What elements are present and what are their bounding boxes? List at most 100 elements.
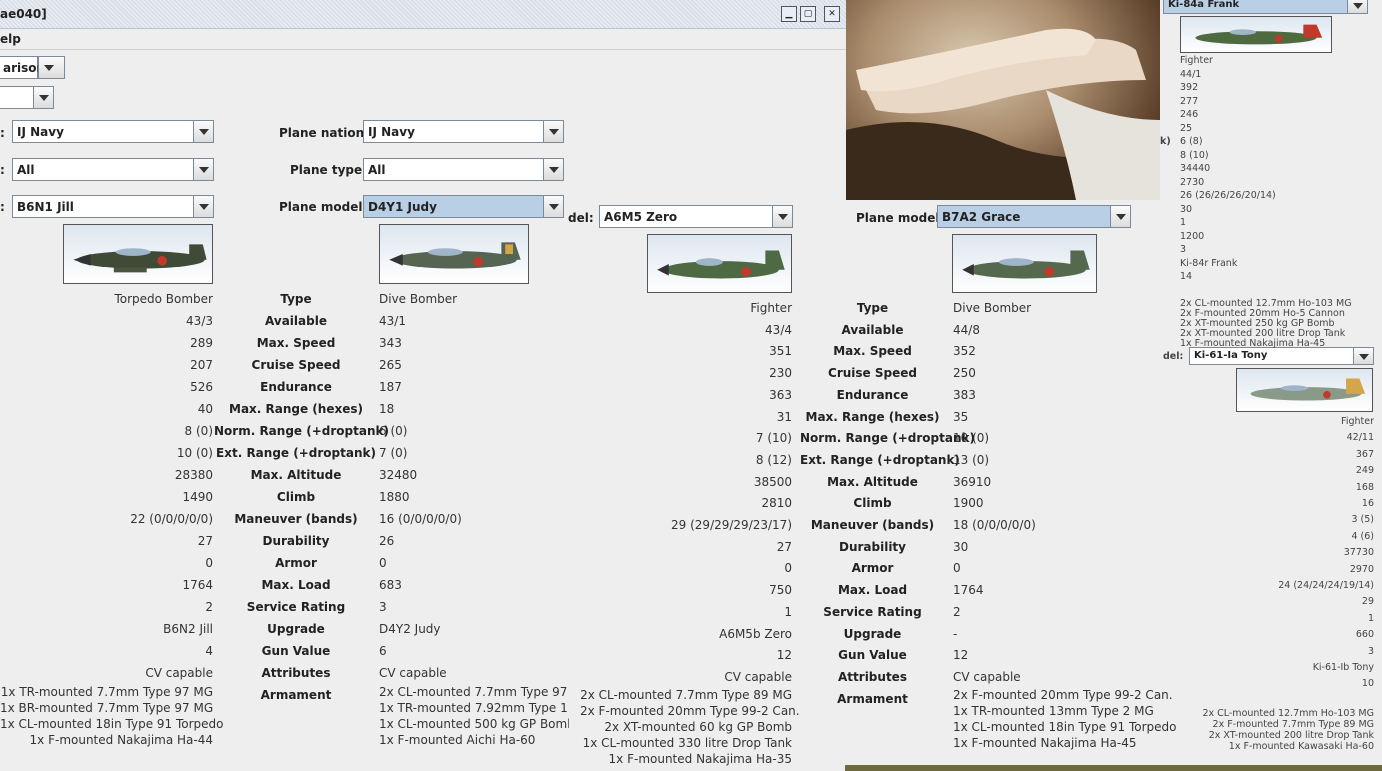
a6m5-stat-value: 0 [784,561,792,576]
b7a2-stat-value: 0 [953,561,961,576]
a6m5-stat-value: 1 [784,604,792,619]
a6m5-stat-value: CV capable [724,669,792,684]
a6m5-stat-value: 29 (29/29/29/23/17) [671,518,792,532]
d4y1-stat-value: 7 (0) [379,446,408,460]
ki84-stat-value: 277 [1180,95,1199,107]
close-icon[interactable]: ✕ [824,6,840,22]
d4y1-stat-value: 1880 [379,490,410,504]
b6n1-stat-value: 40 [197,402,213,416]
filter-select[interactable] [0,86,54,109]
ki84-stat-value: 2730 [1180,176,1205,188]
ki61-armament-item: 1x F-mounted Kawasaki Ha-60 [1228,741,1374,752]
b7a2-armament-item: 1x F-mounted Nakajima Ha-45 [953,735,1137,750]
ki84-stat-value: 1200 [1180,230,1205,242]
b6n1-stat-value: 8 (0) [184,424,213,438]
plane-model-select-left[interactable]: B6N1 Jill [12,195,214,218]
comparison-select[interactable]: arison [0,56,45,79]
b7a2-plane-image [952,234,1097,293]
b6n1-armament-item: 1x TR-mounted 7.7mm Type 97 MG [0,685,213,699]
plane-model-select-ki61[interactable]: Ki-61-Ia Tony [1189,347,1374,365]
stat-label-panel4: Gun Value [838,648,907,663]
ki61-stat-value: 24 (24/24/24/19/14) [1278,580,1374,591]
nation-label-left: : [0,126,5,140]
stat-label-panel4: Durability [838,539,906,554]
ki84-stat-value: 1 [1180,217,1187,228]
a6m5-stat-value: 2810 [761,496,792,511]
plane-model-select-panel4[interactable]: B7A2 Grace [937,205,1131,228]
menu-help[interactable]: elp [0,32,21,46]
maximize-icon[interactable]: ▢ [800,6,816,22]
comparison-dropdown-button[interactable] [38,56,65,79]
stat-label: Type [280,292,312,306]
plane-nation-select[interactable]: IJ Navy [363,120,564,143]
plane-model-label-panel4: Plane model: [856,211,945,225]
a6m5-stat-value: 38500 [753,474,792,489]
plane-type-label: Plane type: [290,163,367,177]
a6m5-stat-value: 12 [776,648,792,663]
ki84-stat-value: 44/1 [1180,68,1202,80]
ki61-stat-value: 4 (6) [1351,530,1374,542]
ki61-stat-value: 29 [1361,596,1374,608]
background-photo-image [846,0,1160,200]
d4y1-stat-value: 32480 [379,468,418,482]
ki84-stat-value: 34440 [1180,163,1211,174]
type-label-left: : [0,163,5,177]
b7a2-armament-item: 2x F-mounted 20mm Type 99-2 Can. [953,687,1173,702]
ki84-stat-value: 25 [1180,122,1193,134]
stat-label: Service Rating [246,600,346,614]
stat-label: Durability [262,534,330,548]
d4y1-stat-value: 18 [379,402,395,416]
b6n1-stat-value: B6N2 Jill [163,622,213,636]
ki84-stat-value: 26 (26/26/26/20/14) [1180,190,1276,201]
b6n1-stat-value: 2 [205,600,213,614]
d4y1-stat-value: D4Y2 Judy [379,622,441,636]
d4y1-stat-value: 26 [379,534,395,548]
plane-nation-select-left[interactable]: IJ Navy [12,120,214,143]
plane-type-select-left[interactable]: All [12,158,214,181]
a6m5-stat-value: 351 [769,344,792,359]
minimize-icon[interactable]: ▁ [781,6,797,22]
b6n1-stat-value: 207 [190,358,213,372]
stat-label-panel4: Upgrade [843,626,902,641]
ki61-stat-value: 2970 [1349,563,1374,575]
ki61-stat-value: 42/11 [1346,432,1374,444]
d4y1-stat-value: 343 [379,336,402,350]
d4y1-armament-item: 2x CL-mounted 7.7mm Type 97 MG [379,685,569,699]
stat-label-panel4: Cruise Speed [828,366,917,381]
d4y1-stat-value: CV capable [379,666,447,680]
a6m5-stat-value: A6M5b Zero [719,626,792,641]
stat-label-panel4: Max. Load [837,583,908,598]
plane-model-select-panel3[interactable]: A6M5 Zero [599,205,793,228]
stat-label: Max. Speed [256,336,336,350]
ki61-stat-value: 3 [1367,645,1374,657]
b6n1-armament-item: 1x BR-mounted 7.7mm Type 97 MG [0,701,214,715]
ki61-stat-value: Fighter [1341,416,1374,427]
b6n1-stat-value: 10 (0) [176,446,213,460]
b6n1-stat-value: 289 [190,336,213,350]
ki61-stat-value: Ki-61-Ib Tony [1312,662,1374,673]
ki61-armament-item: 2x F-mounted 7.7mm Type 89 MG [1212,719,1374,730]
plane-type-select[interactable]: All [363,158,564,181]
b7a2-stat-value: Dive Bomber [953,301,1032,315]
stat-label-panel4: Armament [837,691,908,706]
internal-frame-titlebar[interactable] [0,0,848,29]
plane-model-select-ki84[interactable]: Ki-84a Frank [1163,0,1368,14]
ki61-plane-image [1236,368,1373,412]
b7a2-armament-item: 1x TR-mounted 13mm Type 2 MG [953,703,1154,718]
model-label-ki61: del: [1163,351,1184,362]
b6n1-stat-value: CV capable [145,666,213,680]
ki61-stat-value: 37730 [1343,547,1374,559]
b6n1-stat-value: 4 [205,644,213,658]
stat-label-panel4: Norm. Range (+droptank) [800,431,975,446]
d4y1-armament-item: 1x F-mounted Aichi Ha-60 [379,733,536,747]
b7a2-stat-value: 1764 [953,583,984,598]
stat-label: Climb [276,490,316,504]
stat-label: Attributes [261,666,331,680]
stat-label-panel4: Service Rating [823,604,922,619]
a6m5-armament-item: 1x CL-mounted 330 litre Drop Tank [582,735,792,750]
stat-label-panel4: Attributes [838,669,907,684]
stat-label: Gun Value [261,644,331,658]
stat-label: Max. Load [261,578,331,592]
a6m5-stat-value: 363 [769,387,792,402]
plane-model-select[interactable]: D4Y1 Judy [363,195,564,218]
